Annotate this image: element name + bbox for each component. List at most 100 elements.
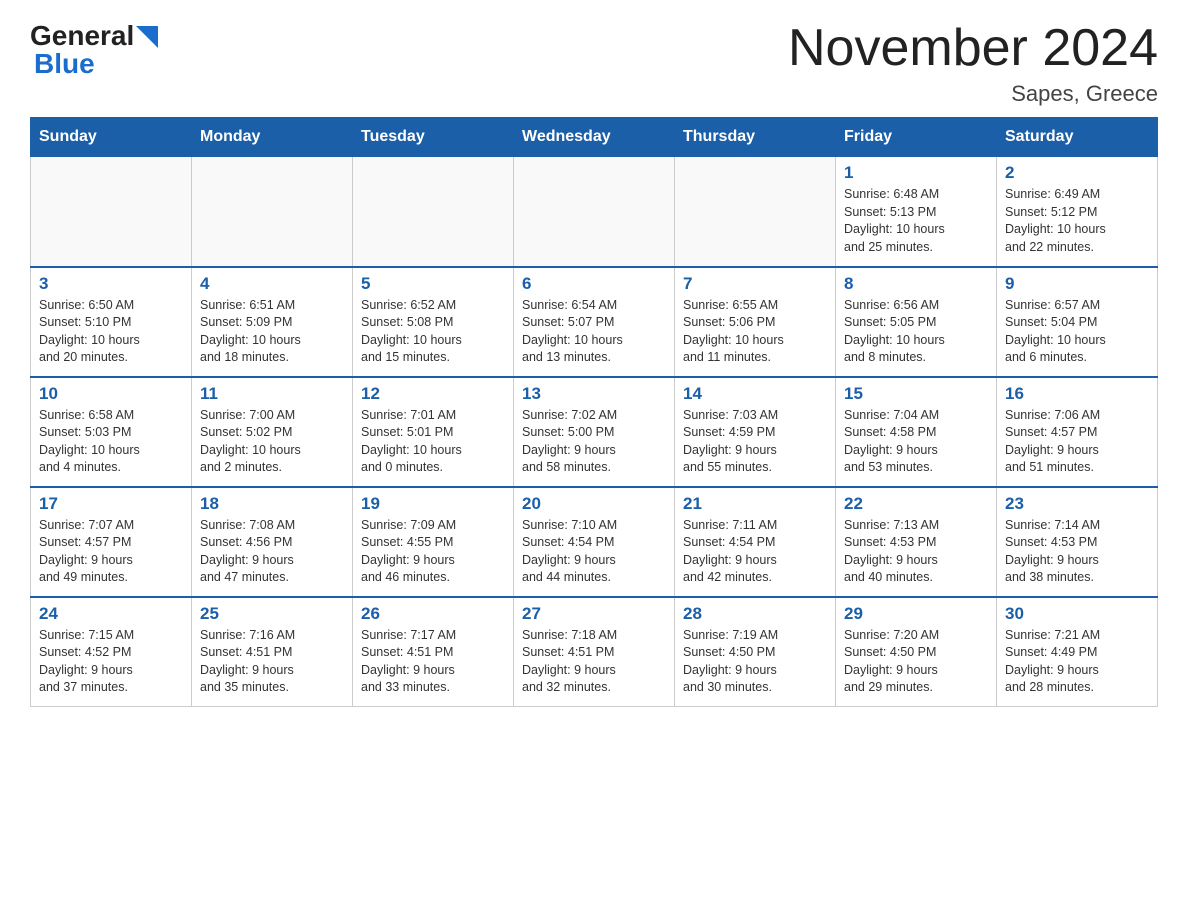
table-row: 3 Sunrise: 6:50 AM Sunset: 5:10 PM Daylig… [31, 267, 192, 377]
table-row: 12 Sunrise: 7:01 AM Sunset: 5:01 PM Dayli… [353, 377, 514, 487]
table-row [675, 157, 836, 267]
table-row: 15Sunrise: 7:04 AM Sunset: 4:58 PM Dayli… [836, 377, 997, 487]
day-number: 6 [522, 274, 666, 294]
day-number: 18 [200, 494, 344, 514]
day-number: 25 [200, 604, 344, 624]
day-number: 17 [39, 494, 183, 514]
day-number: 13 [522, 384, 666, 404]
table-row: 13Sunrise: 7:02 AM Sunset: 5:00 PM Dayli… [514, 377, 675, 487]
table-row: 30Sunrise: 7:21 AM Sunset: 4:49 PM Dayli… [997, 597, 1158, 707]
subtitle: Sapes, Greece [788, 81, 1158, 107]
day-number: 19 [361, 494, 505, 514]
day-number: 16 [1005, 384, 1149, 404]
header-friday: Friday [836, 118, 997, 157]
day-number: 10 [39, 384, 183, 404]
table-row [31, 157, 192, 267]
table-row: 22Sunrise: 7:13 AM Sunset: 4:53 PM Dayli… [836, 487, 997, 597]
day-number: 27 [522, 604, 666, 624]
day-info: Sunrise: 7:00 AM Sunset: 5:02 PM Dayligh… [200, 407, 344, 477]
day-info: Sunrise: 7:09 AM Sunset: 4:55 PM Dayligh… [361, 517, 505, 587]
table-row: 10 Sunrise: 6:58 AM Sunset: 5:03 PM Dayli… [31, 377, 192, 487]
table-row: 28 Sunrise: 7:19 AM Sunset: 4:50 PM Dayli… [675, 597, 836, 707]
table-row: 2Sunrise: 6:49 AM Sunset: 5:12 PM Daylig… [997, 157, 1158, 267]
day-info: Sunrise: 7:16 AM Sunset: 4:51 PM Dayligh… [200, 627, 344, 697]
day-number: 1 [844, 163, 988, 183]
calendar-week-row: 10 Sunrise: 6:58 AM Sunset: 5:03 PM Dayli… [31, 377, 1158, 487]
header-thursday: Thursday [675, 118, 836, 157]
header-tuesday: Tuesday [353, 118, 514, 157]
day-number: 26 [361, 604, 505, 624]
day-info: Sunrise: 7:15 AM Sunset: 4:52 PM Dayligh… [39, 627, 183, 697]
day-info: Sunrise: 6:56 AM Sunset: 5:05 PM Dayligh… [844, 297, 988, 367]
day-info: Sunrise: 7:11 AM Sunset: 4:54 PM Dayligh… [683, 517, 827, 587]
day-info: Sunrise: 6:52 AM Sunset: 5:08 PM Dayligh… [361, 297, 505, 367]
table-row: 7 Sunrise: 6:55 AM Sunset: 5:06 PM Daylig… [675, 267, 836, 377]
table-row: 5 Sunrise: 6:52 AM Sunset: 5:08 PM Daylig… [353, 267, 514, 377]
day-info: Sunrise: 7:20 AM Sunset: 4:50 PM Dayligh… [844, 627, 988, 697]
day-info: Sunrise: 7:17 AM Sunset: 4:51 PM Dayligh… [361, 627, 505, 697]
table-row: 14Sunrise: 7:03 AM Sunset: 4:59 PM Dayli… [675, 377, 836, 487]
calendar-week-row: 1 Sunrise: 6:48 AM Sunset: 5:13 PM Daylig… [31, 157, 1158, 267]
day-info: Sunrise: 6:57 AM Sunset: 5:04 PM Dayligh… [1005, 297, 1149, 367]
calendar-header-row: Sunday Monday Tuesday Wednesday Thursday… [31, 118, 1158, 157]
header-wednesday: Wednesday [514, 118, 675, 157]
calendar-week-row: 3 Sunrise: 6:50 AM Sunset: 5:10 PM Daylig… [31, 267, 1158, 377]
day-info: Sunrise: 7:10 AM Sunset: 4:54 PM Dayligh… [522, 517, 666, 587]
day-info: Sunrise: 6:48 AM Sunset: 5:13 PM Dayligh… [844, 186, 988, 256]
table-row: 21 Sunrise: 7:11 AM Sunset: 4:54 PM Dayli… [675, 487, 836, 597]
day-number: 8 [844, 274, 988, 294]
day-number: 3 [39, 274, 183, 294]
table-row: 16 Sunrise: 7:06 AM Sunset: 4:57 PM Dayli… [997, 377, 1158, 487]
table-row: 19 Sunrise: 7:09 AM Sunset: 4:55 PM Dayli… [353, 487, 514, 597]
day-info: Sunrise: 6:55 AM Sunset: 5:06 PM Dayligh… [683, 297, 827, 367]
page-header: General Blue November 2024 Sapes, Greece [30, 20, 1158, 107]
day-info: Sunrise: 6:50 AM Sunset: 5:10 PM Dayligh… [39, 297, 183, 367]
table-row: 27 Sunrise: 7:18 AM Sunset: 4:51 PM Dayli… [514, 597, 675, 707]
table-row: 29Sunrise: 7:20 AM Sunset: 4:50 PM Dayli… [836, 597, 997, 707]
day-number: 7 [683, 274, 827, 294]
table-row: 23 Sunrise: 7:14 AM Sunset: 4:53 PM Dayli… [997, 487, 1158, 597]
table-row: 1 Sunrise: 6:48 AM Sunset: 5:13 PM Daylig… [836, 157, 997, 267]
day-info: Sunrise: 6:51 AM Sunset: 5:09 PM Dayligh… [200, 297, 344, 367]
day-number: 12 [361, 384, 505, 404]
day-info: Sunrise: 6:49 AM Sunset: 5:12 PM Dayligh… [1005, 186, 1149, 256]
day-info: Sunrise: 6:58 AM Sunset: 5:03 PM Dayligh… [39, 407, 183, 477]
table-row: 26 Sunrise: 7:17 AM Sunset: 4:51 PM Dayli… [353, 597, 514, 707]
table-row: 20 Sunrise: 7:10 AM Sunset: 4:54 PM Dayli… [514, 487, 675, 597]
day-number: 30 [1005, 604, 1149, 624]
table-row: 6Sunrise: 6:54 AM Sunset: 5:07 PM Daylig… [514, 267, 675, 377]
day-number: 4 [200, 274, 344, 294]
header-sunday: Sunday [31, 118, 192, 157]
logo-blue-text: Blue [34, 48, 95, 80]
day-number: 5 [361, 274, 505, 294]
day-info: Sunrise: 7:01 AM Sunset: 5:01 PM Dayligh… [361, 407, 505, 477]
day-number: 23 [1005, 494, 1149, 514]
main-title: November 2024 [788, 20, 1158, 77]
calendar-week-row: 17 Sunrise: 7:07 AM Sunset: 4:57 PM Dayli… [31, 487, 1158, 597]
day-info: Sunrise: 7:08 AM Sunset: 4:56 PM Dayligh… [200, 517, 344, 587]
day-number: 20 [522, 494, 666, 514]
day-info: Sunrise: 7:06 AM Sunset: 4:57 PM Dayligh… [1005, 407, 1149, 477]
table-row: 9 Sunrise: 6:57 AM Sunset: 5:04 PM Daylig… [997, 267, 1158, 377]
logo-arrow-icon [136, 26, 158, 48]
table-row: 11Sunrise: 7:00 AM Sunset: 5:02 PM Dayli… [192, 377, 353, 487]
day-info: Sunrise: 7:13 AM Sunset: 4:53 PM Dayligh… [844, 517, 988, 587]
calendar-week-row: 24 Sunrise: 7:15 AM Sunset: 4:52 PM Dayli… [31, 597, 1158, 707]
day-number: 28 [683, 604, 827, 624]
table-row: 25 Sunrise: 7:16 AM Sunset: 4:51 PM Dayli… [192, 597, 353, 707]
day-info: Sunrise: 7:14 AM Sunset: 4:53 PM Dayligh… [1005, 517, 1149, 587]
table-row [192, 157, 353, 267]
day-number: 14 [683, 384, 827, 404]
day-number: 21 [683, 494, 827, 514]
table-row [514, 157, 675, 267]
logo: General Blue [30, 20, 158, 80]
day-number: 9 [1005, 274, 1149, 294]
day-info: Sunrise: 7:18 AM Sunset: 4:51 PM Dayligh… [522, 627, 666, 697]
day-info: Sunrise: 7:07 AM Sunset: 4:57 PM Dayligh… [39, 517, 183, 587]
header-monday: Monday [192, 118, 353, 157]
table-row: 18 Sunrise: 7:08 AM Sunset: 4:56 PM Dayli… [192, 487, 353, 597]
calendar-table: Sunday Monday Tuesday Wednesday Thursday… [30, 117, 1158, 707]
table-row: 17 Sunrise: 7:07 AM Sunset: 4:57 PM Dayli… [31, 487, 192, 597]
day-info: Sunrise: 7:19 AM Sunset: 4:50 PM Dayligh… [683, 627, 827, 697]
day-number: 24 [39, 604, 183, 624]
